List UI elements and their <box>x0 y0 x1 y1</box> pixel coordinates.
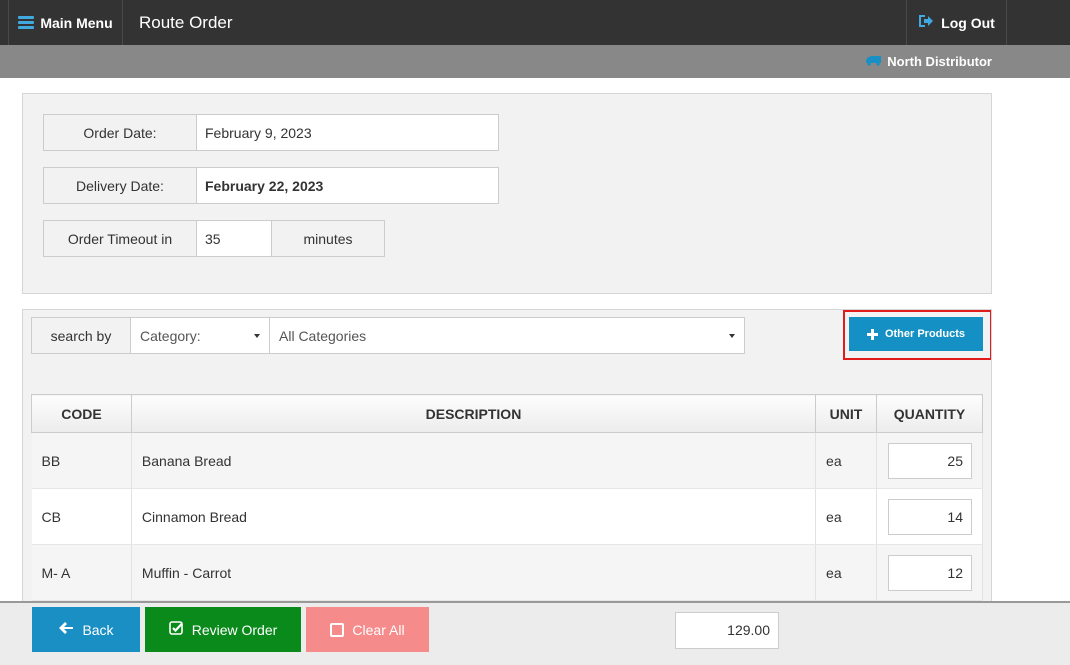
cell-code: BB <box>31 432 132 489</box>
quantity-input[interactable]: 25 <box>888 442 972 479</box>
table-row: BB Banana Bread ea 25 <box>31 432 984 489</box>
category-select[interactable]: All Categories <box>269 317 745 354</box>
distributor-name: North Distributor <box>887 54 992 69</box>
product-panel: search by Category: All Categories Other… <box>22 309 992 609</box>
logout-label: Log Out <box>941 14 995 31</box>
page-title: Route Order <box>139 13 233 32</box>
search-bar: search by Category: All Categories <box>31 317 745 354</box>
cell-quantity: 12 <box>876 544 984 601</box>
cell-quantity: 14 <box>876 488 984 545</box>
cell-code: CB <box>31 488 132 545</box>
order-date-row: Order Date: February 9, 2023 <box>43 114 499 151</box>
table-header-row: CODE DESCRIPTION UNIT QUANTITY <box>31 394 984 433</box>
search-field-value: Category: <box>140 327 201 344</box>
column-header-quantity: QUANTITY <box>875 394 984 433</box>
back-button[interactable]: Back <box>32 607 140 652</box>
cell-unit: ea <box>815 488 877 545</box>
main-menu-button[interactable]: Main Menu <box>8 0 123 45</box>
back-label: Back <box>82 621 114 638</box>
delivery-date-label: Delivery Date: <box>44 168 197 203</box>
distributor-info: North Distributor <box>866 45 992 78</box>
cell-description: Muffin - Carrot <box>131 544 817 601</box>
order-total: 129.00 <box>675 612 779 649</box>
category-value: All Categories <box>279 327 367 344</box>
table-row: CB Cinnamon Bread ea 14 <box>31 488 984 545</box>
hamburger-icon <box>18 16 35 29</box>
column-header-code: CODE <box>31 394 132 433</box>
table-row: M- A Muffin - Carrot ea 12 <box>31 544 984 601</box>
search-by-label: search by <box>31 317 131 354</box>
products-table: CODE DESCRIPTION UNIT QUANTITY BB Banana… <box>31 394 984 601</box>
top-navbar: Main Menu Route Order Log Out <box>0 0 1070 45</box>
cell-unit: ea <box>815 544 877 601</box>
order-timeout-row: Order Timeout in 35 minutes <box>43 220 385 257</box>
delivery-date-row: Delivery Date: February 22, 2023 <box>43 167 499 204</box>
order-date-label: Order Date: <box>44 115 197 150</box>
order-info-panel: Order Date: February 9, 2023 Delivery Da… <box>22 93 992 294</box>
order-date-value: February 9, 2023 <box>197 115 498 150</box>
order-timeout-label: Order Timeout in <box>44 221 197 256</box>
caret-down-icon <box>729 334 735 338</box>
caret-down-icon <box>254 334 260 338</box>
plus-icon <box>866 328 878 340</box>
order-timeout-value: 35 <box>197 221 271 256</box>
cell-description: Cinnamon Bread <box>131 488 817 545</box>
order-timeout-unit: minutes <box>271 221 384 256</box>
review-order-label: Review Order <box>191 621 278 638</box>
footer-bar: Back Review Order Clear All 129.00 <box>0 601 1070 665</box>
cell-code: M- A <box>31 544 132 601</box>
square-icon <box>330 622 345 637</box>
search-field-select[interactable]: Category: <box>130 317 270 354</box>
truck-icon <box>866 54 882 69</box>
column-header-description: DESCRIPTION <box>130 394 817 433</box>
other-products-button[interactable]: Other Products <box>849 317 983 351</box>
cell-quantity: 25 <box>876 432 984 489</box>
sign-out-icon <box>918 14 934 31</box>
quantity-input[interactable]: 14 <box>888 498 972 535</box>
check-square-icon <box>168 620 184 639</box>
other-products-highlight: Other Products <box>843 310 991 360</box>
distributor-bar: North Distributor <box>0 45 1070 78</box>
cell-description: Banana Bread <box>131 432 817 489</box>
clear-all-label: Clear All <box>352 621 405 638</box>
quantity-input[interactable]: 12 <box>888 554 972 591</box>
logout-button[interactable]: Log Out <box>906 0 1007 45</box>
column-header-unit: UNIT <box>815 394 877 433</box>
delivery-date-value[interactable]: February 22, 2023 <box>197 168 498 203</box>
review-order-button[interactable]: Review Order <box>145 607 301 652</box>
clear-all-button[interactable]: Clear All <box>306 607 429 652</box>
main-menu-label: Main Menu <box>40 14 113 31</box>
other-products-label: Other Products <box>884 328 966 340</box>
arrow-left-icon <box>58 621 74 638</box>
cell-unit: ea <box>815 432 877 489</box>
